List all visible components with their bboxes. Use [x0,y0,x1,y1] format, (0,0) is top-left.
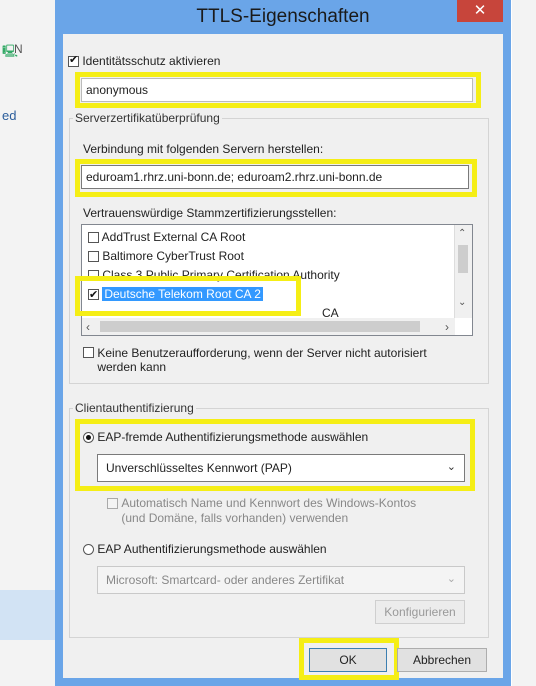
auth-method-select[interactable]: Unverschlüsseltes Kennwort (PAP) ⌄ [97,454,465,482]
scroll-right-icon[interactable]: › [445,320,449,334]
ok-button[interactable]: OK [309,648,387,672]
ca-checkbox[interactable] [88,251,99,263]
dialog-client-area: Identitätsschutz aktivieren anonymous Se… [63,34,503,680]
scroll-thumb[interactable] [458,245,468,273]
background-label-n: N [14,42,23,56]
no-prompt-checkbox[interactable] [83,347,94,358]
ca-item-selected[interactable]: Deutsche Telekom Root CA 2 [88,285,263,304]
eap-method-select[interactable]: Microsoft: Smartcard- oder anderes Zerti… [97,566,465,594]
cancel-button[interactable]: Abbrechen [397,648,487,672]
auto-windows-label-2: (und Domäne, falls vorhanden) verwenden [121,511,349,525]
identity-protection-label: Identitätsschutz aktivieren [82,54,221,68]
scroll-left-icon[interactable]: ‹ [86,320,90,334]
ca-label: Baltimore CyberTrust Root [102,249,244,263]
ttls-properties-dialog: TTLS-Eigenschaften ✕ Identitätsschutz ak… [55,0,511,686]
no-prompt-label: Keine Benutzeraufforderung, wenn der Ser… [97,346,427,374]
h-scroll-thumb[interactable] [100,321,420,332]
anonymous-identity-input[interactable]: anonymous [81,78,473,102]
ca-list-horizontal-scrollbar[interactable]: ‹ › [82,318,455,335]
ca-list-vertical-scrollbar[interactable]: ⌃ ⌄ [454,225,472,318]
connect-servers-label: Verbindung mit folgenden Servern herstel… [83,142,324,156]
scroll-up-icon[interactable]: ⌃ [458,228,466,239]
auto-windows-label-1: Automatisch Name und Kennwort des Window… [121,496,417,510]
client-auth-group-label: Clientauthentifizierung [73,401,196,415]
ca-label: Deutsche Telekom Root CA 2 [102,287,263,301]
dialog-title: TTLS-Eigenschaften [196,6,370,27]
configure-button[interactable]: Konfigurieren [375,600,465,624]
ca-item[interactable]: AddTrust External CA Root [88,228,245,246]
ca-item[interactable]: Class 3 Public Primary Certification Aut… [88,266,340,284]
eap-foreign-label: EAP-fremde Authentifizierungsmethode aus… [97,430,369,444]
chevron-down-icon: ⌄ [446,573,456,585]
server-cert-group-label: Serverzertifikatüberprüfung [73,111,222,125]
background-label-ed: ed [2,108,17,123]
servers-input[interactable]: eduroam1.rhrz.uni-bonn.de; eduroam2.rhrz… [81,165,469,189]
no-prompt-row[interactable]: Keine Benutzeraufforderung, wenn der Ser… [83,346,473,374]
ca-checkbox[interactable] [88,270,99,282]
close-icon: ✕ [473,2,487,19]
chevron-down-icon: ⌄ [446,461,456,473]
ca-label: AddTrust External CA Root [101,230,246,244]
title-bar[interactable]: TTLS-Eigenschaften ✕ [55,0,511,34]
identity-protection-checkbox[interactable] [68,53,79,68]
scroll-down-icon[interactable]: ⌄ [458,297,466,308]
eap-foreign-radio[interactable] [83,432,94,444]
eap-label: EAP Authentifizierungsmethode auswählen [97,542,327,556]
trusted-ca-list[interactable]: AddTrust External CA Root Baltimore Cybe… [81,224,473,336]
eap-foreign-row[interactable]: EAP-fremde Authentifizierungsmethode aus… [83,430,368,444]
identity-protection-row[interactable]: Identitätsschutz aktivieren [68,53,221,68]
auth-method-value: Unverschlüsseltes Kennwort (PAP) [106,461,292,475]
eap-method-value: Microsoft: Smartcard- oder anderes Zerti… [106,573,345,587]
background-window: 🖳 N ed [0,0,60,686]
auto-windows-row[interactable]: Automatisch Name und Kennwort des Window… [107,496,467,526]
ca-checkbox[interactable] [88,232,99,244]
ca-item[interactable]: Baltimore CyberTrust Root [88,247,244,265]
background-strip [0,590,60,640]
eap-radio[interactable] [83,544,94,556]
eap-row[interactable]: EAP Authentifizierungsmethode auswählen [83,542,327,556]
ca-checkbox[interactable] [88,286,99,304]
trusted-ca-label: Vertrauenswürdige Stammzertifizierungsst… [83,206,337,220]
background-window-right [512,0,536,686]
auto-windows-checkbox[interactable] [107,498,118,509]
close-button[interactable]: ✕ [457,0,503,22]
ca-label: Class 3 Public Primary Certification Aut… [102,268,340,282]
